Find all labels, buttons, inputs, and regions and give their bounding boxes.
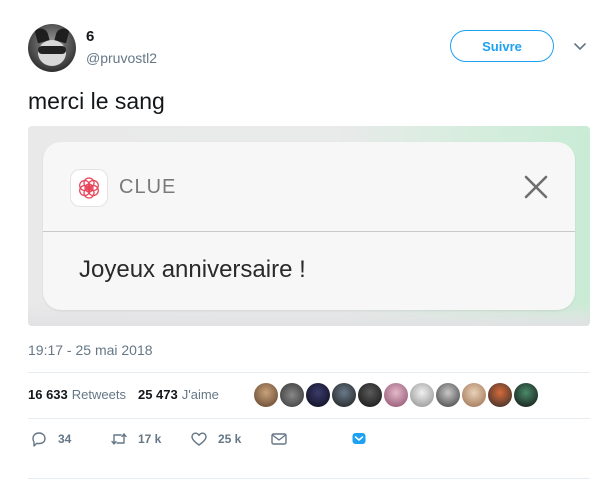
retweets-label[interactable]: Retweets — [72, 387, 126, 402]
close-icon[interactable] — [521, 172, 551, 202]
notification-header: CLUE — [43, 142, 575, 232]
like-button[interactable]: 25 k — [190, 430, 241, 448]
likes-label[interactable]: J'aime — [182, 387, 219, 402]
liker-avatar[interactable] — [436, 383, 460, 407]
user-name[interactable]: 6 — [86, 28, 94, 45]
liker-avatar[interactable] — [306, 383, 330, 407]
follow-button[interactable]: Suivre — [450, 30, 554, 62]
like-icon — [191, 432, 207, 446]
liker-avatar[interactable] — [358, 383, 382, 407]
user-handle[interactable]: @pruvostl2 — [86, 50, 157, 66]
save-button[interactable] — [350, 430, 378, 448]
divider — [28, 478, 590, 479]
message-button[interactable] — [270, 430, 298, 448]
save-icon — [352, 433, 366, 444]
liker-avatar[interactable] — [488, 383, 512, 407]
divider — [28, 418, 590, 419]
liker-avatar[interactable] — [514, 383, 538, 407]
clue-logo-icon — [71, 170, 107, 206]
reply-icon — [32, 432, 46, 447]
tweet-media[interactable]: CLUE Joyeux anniversaire ! — [28, 126, 590, 326]
reply-button[interactable]: 34 — [30, 430, 71, 448]
retweet-button[interactable]: 17 k — [110, 430, 161, 448]
tweet-actions: 34 17 k 25 k — [28, 430, 588, 450]
avatar[interactable] — [28, 24, 76, 72]
liker-avatar[interactable] — [410, 383, 434, 407]
liker-avatar[interactable] — [280, 383, 304, 407]
liker-avatar[interactable] — [384, 383, 408, 407]
divider — [28, 372, 590, 373]
liker-avatar[interactable] — [254, 383, 278, 407]
app-name: CLUE — [119, 176, 177, 198]
reply-count: 34 — [58, 432, 72, 446]
tweet-stats: 16 633 Retweets 25 473 J'aime — [28, 387, 231, 402]
notification-message: Joyeux anniversaire ! — [79, 256, 306, 283]
tweet-timestamp[interactable]: 19:17 - 25 mai 2018 — [28, 342, 153, 358]
message-icon — [271, 433, 287, 445]
retweet-icon — [111, 433, 127, 445]
notification-card: CLUE Joyeux anniversaire ! — [43, 142, 575, 310]
like-count: 25 k — [218, 432, 242, 446]
liker-avatar[interactable] — [462, 383, 486, 407]
retweet-count: 17 k — [138, 432, 162, 446]
liker-avatar[interactable] — [332, 383, 356, 407]
tweet-text: merci le sang — [28, 88, 165, 114]
likers-avatars — [254, 381, 540, 409]
chevron-down-icon[interactable] — [572, 38, 588, 54]
tweet-header: 6 @pruvostl2 Suivre — [28, 24, 588, 76]
likes-count[interactable]: 25 473 — [138, 387, 178, 402]
retweets-count[interactable]: 16 633 — [28, 387, 68, 402]
